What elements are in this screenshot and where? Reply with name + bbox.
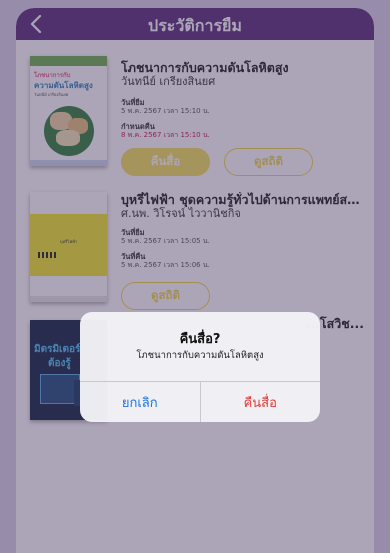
modal-overlay[interactable] [0, 0, 390, 553]
dialog-message: โภชนาการกับความดันโลหิตสูง [136, 350, 264, 361]
dialog-title: คืนสื่อ? [179, 332, 221, 347]
confirm-return-button[interactable]: คืนสื่อ [201, 382, 321, 422]
return-confirm-dialog: คืนสื่อ? โภชนาการกับความดันโลหิตสูง ยกเล… [80, 312, 320, 422]
dialog-actions: ยกเลิก คืนสื่อ [80, 381, 320, 422]
cancel-button[interactable]: ยกเลิก [80, 382, 201, 422]
